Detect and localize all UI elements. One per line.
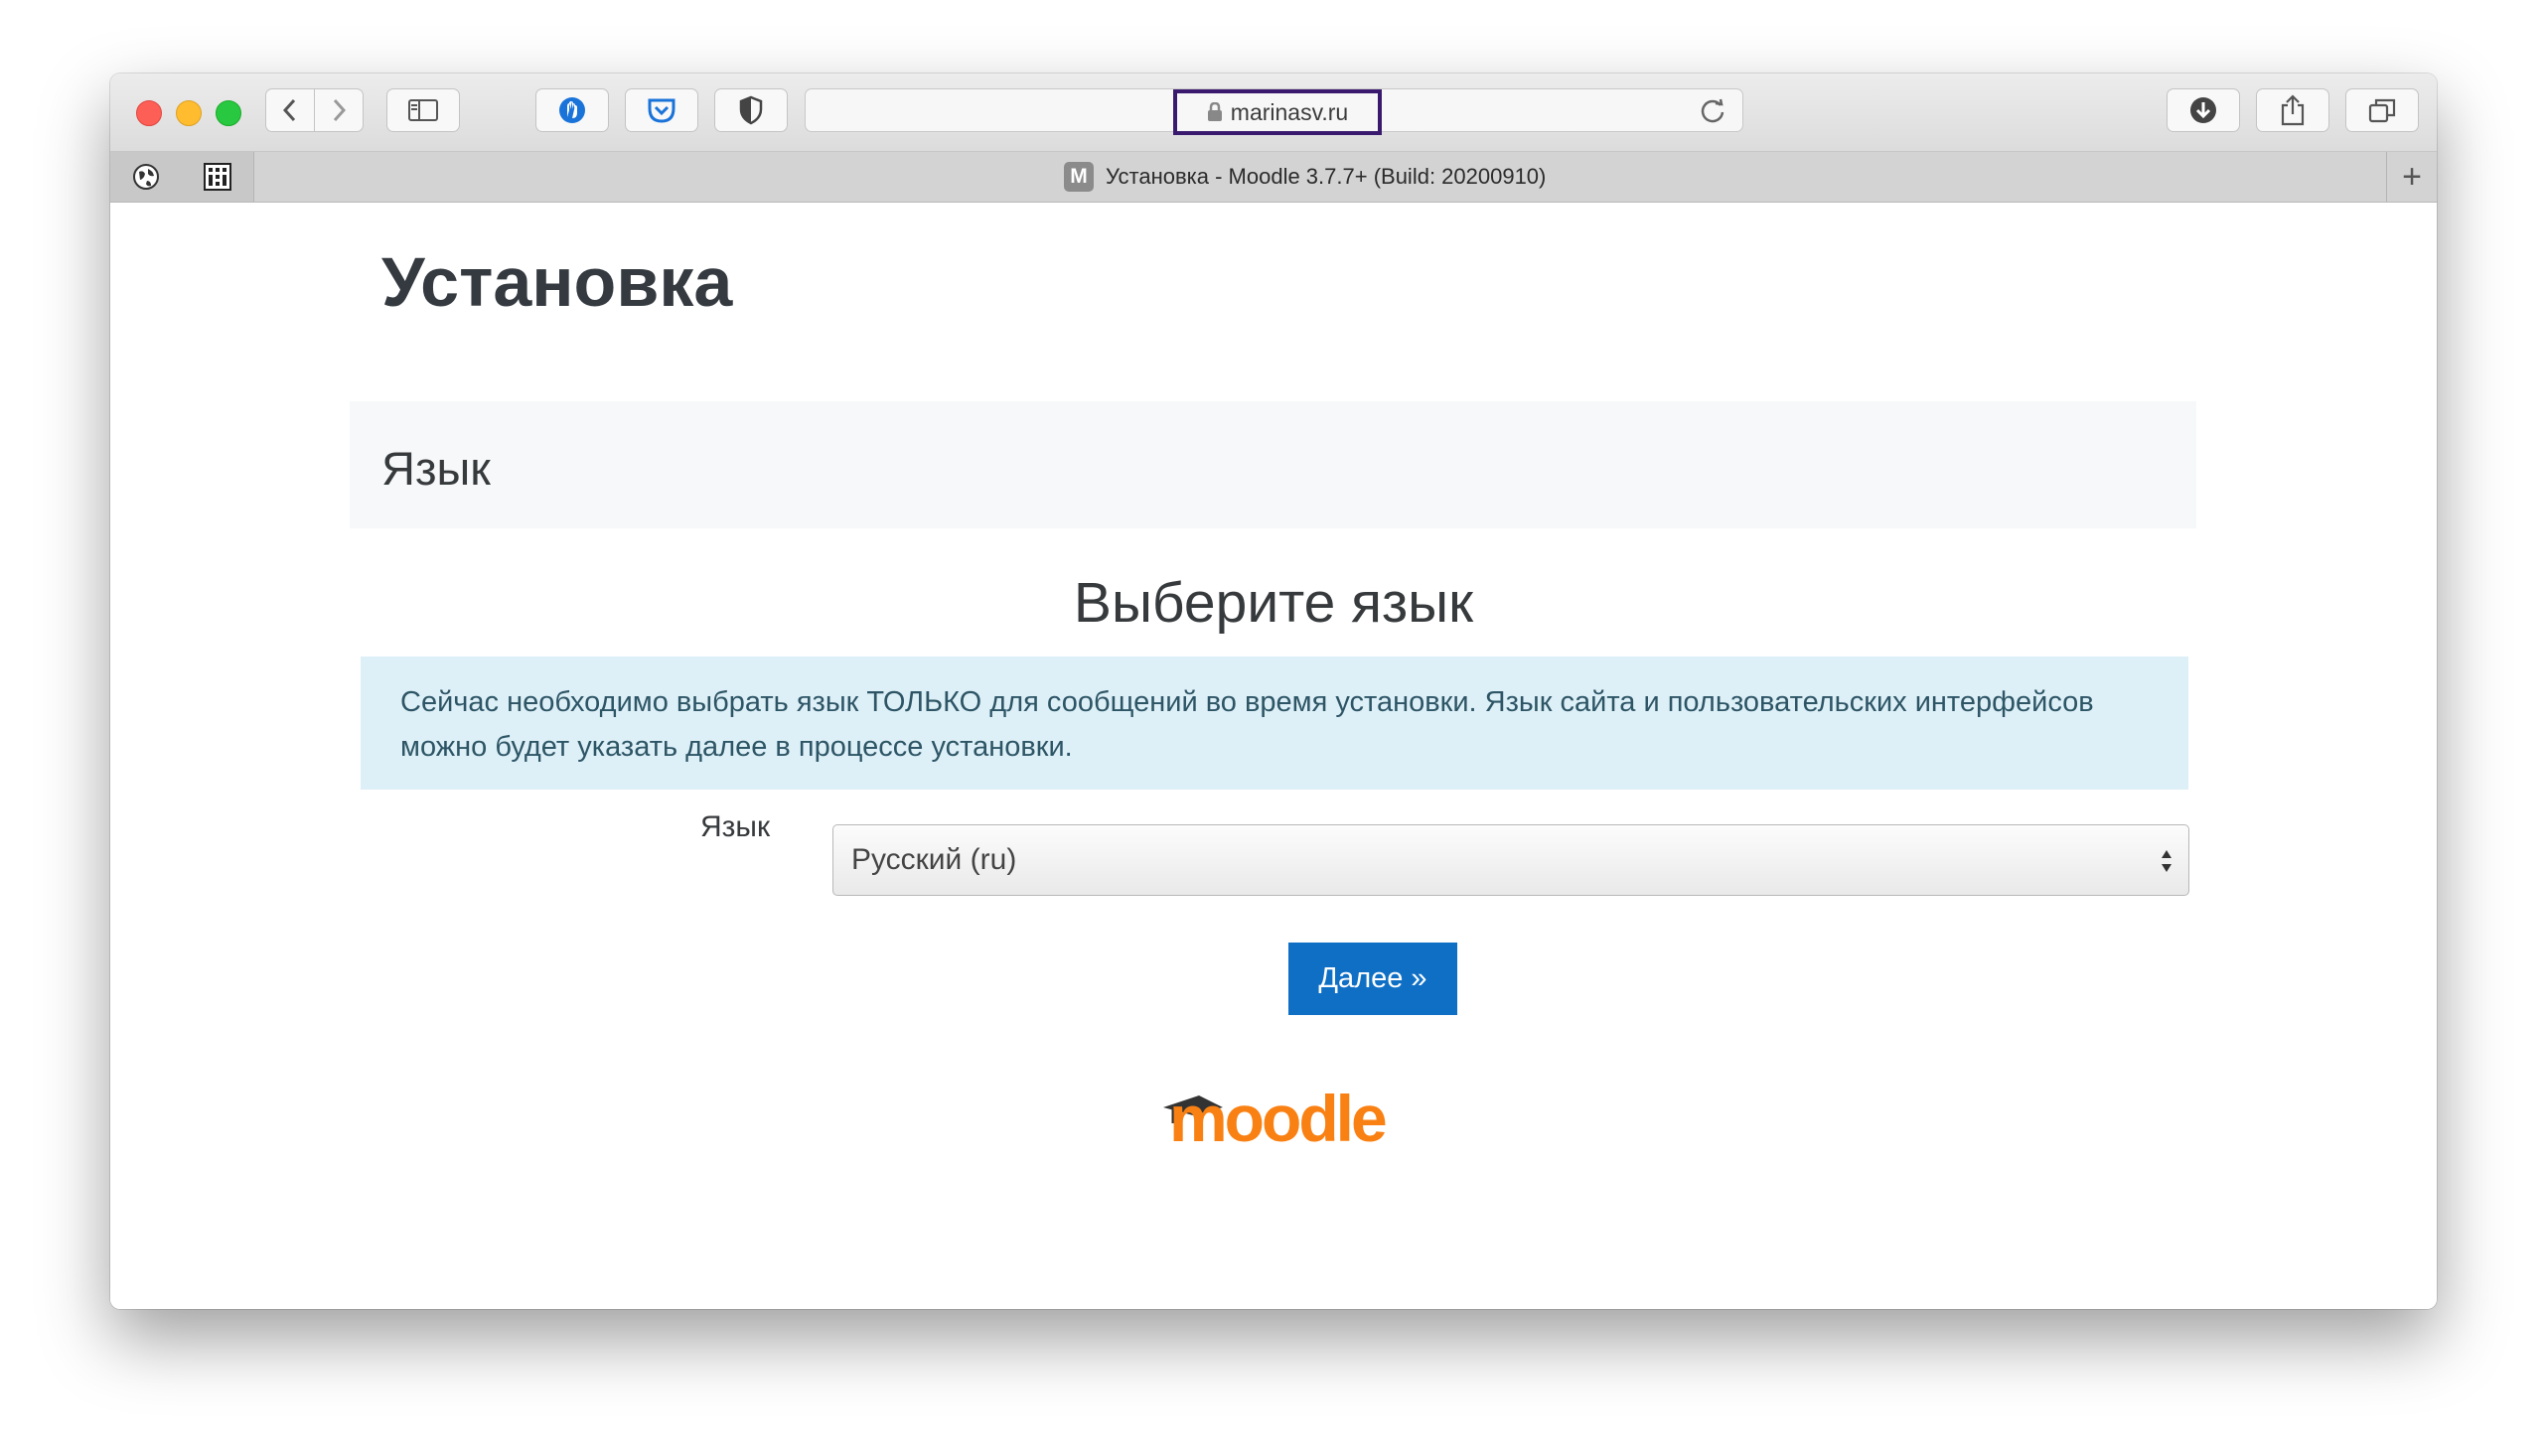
downloads-button[interactable] <box>2167 88 2240 132</box>
section-heading: Язык <box>381 442 491 495</box>
forward-button[interactable] <box>314 88 364 132</box>
forward-icon <box>333 98 347 122</box>
pocket-icon <box>648 98 675 123</box>
tab-overview-button[interactable] <box>2345 88 2419 132</box>
tabs-icon <box>2368 98 2396 123</box>
language-section-card: Язык <box>350 401 2196 528</box>
language-select-value: Русский (ru) <box>851 843 1017 876</box>
language-field-label: Язык <box>700 810 771 843</box>
back-icon <box>282 98 296 122</box>
share-button[interactable] <box>2256 88 2329 132</box>
shield-icon <box>739 95 763 125</box>
back-button[interactable] <box>265 88 315 132</box>
pinned-tab-1[interactable] <box>110 152 183 202</box>
pattern-icon <box>204 163 231 191</box>
moodle-favicon-icon: M <box>1064 162 1094 192</box>
page-content: Установка Язык Выберите язык Сейчас необ… <box>110 203 2437 1309</box>
tab-bar: M Установка - Moodle 3.7.7+ (Build: 2020… <box>110 152 2437 203</box>
browser-toolbar: marinasv.ru <box>110 73 2437 152</box>
select-arrows-icon <box>2162 850 2172 872</box>
download-icon <box>2190 97 2216 123</box>
info-alert: Сейчас необходимо выбрать язык ТОЛЬКО дл… <box>361 656 2188 790</box>
maximize-window-button[interactable] <box>216 100 241 126</box>
active-tab[interactable]: M Установка - Moodle 3.7.7+ (Build: 2020… <box>1064 152 1546 202</box>
reload-button[interactable] <box>1699 97 1726 130</box>
language-select[interactable]: Русский (ru) <box>832 824 2189 896</box>
sidebar-button[interactable] <box>386 88 460 132</box>
pinned-tab-2[interactable] <box>182 152 254 202</box>
privacy-icon <box>559 97 585 123</box>
share-icon <box>2281 94 2305 126</box>
tab-title-text: Установка - Moodle 3.7.7+ (Build: 202009… <box>1106 164 1547 189</box>
logo-wordmark: moodle <box>1169 1082 1386 1155</box>
next-button[interactable]: Далее » <box>1288 943 1457 1015</box>
moodle-logo: moodle <box>1161 1080 1390 1164</box>
moodle-logo-icon: moodle <box>1163 1082 1389 1155</box>
content-blocker-button[interactable] <box>714 88 788 132</box>
page-title: Установка <box>381 243 733 321</box>
url-text: marinasv.ru <box>1230 98 1349 125</box>
new-tab-button[interactable]: + <box>2386 152 2437 202</box>
lock-icon <box>1207 102 1222 121</box>
pocket-button[interactable] <box>625 88 698 132</box>
sidebar-icon <box>408 99 438 121</box>
choose-language-heading: Выберите язык <box>1073 571 1474 635</box>
reload-icon <box>1701 98 1724 123</box>
browser-window: marinasv.ru M Установка - Moodle 3.7.7+ … <box>110 73 2437 1309</box>
url-display[interactable]: marinasv.ru <box>1173 89 1382 135</box>
minimize-window-button[interactable] <box>176 100 202 126</box>
privacy-extension-button[interactable] <box>535 88 609 132</box>
globe-icon <box>133 164 159 190</box>
close-window-button[interactable] <box>136 100 162 126</box>
